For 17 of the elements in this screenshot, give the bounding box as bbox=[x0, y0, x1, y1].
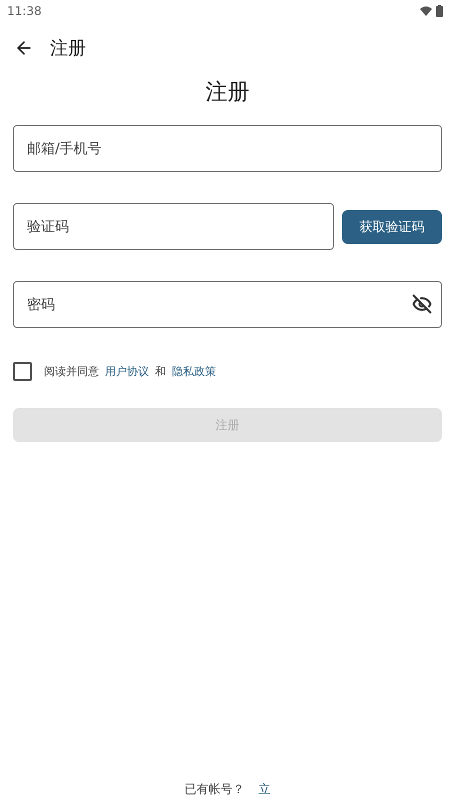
wifi-icon bbox=[420, 6, 432, 16]
account-field[interactable]: 邮箱/手机号 bbox=[13, 125, 442, 172]
login-link[interactable]: 立 bbox=[258, 781, 270, 798]
status-time: 11:38 bbox=[7, 4, 42, 18]
code-field[interactable]: 验证码 bbox=[13, 203, 334, 250]
toolbar-title: 注册 bbox=[50, 37, 86, 60]
eye-off-icon[interactable] bbox=[412, 294, 432, 314]
battery-icon bbox=[436, 5, 443, 17]
privacy-policy-link[interactable]: 隐私政策 bbox=[172, 364, 216, 379]
agree-checkbox[interactable] bbox=[13, 362, 32, 381]
page-heading: 注册 bbox=[204, 79, 250, 107]
password-field[interactable]: 密码 bbox=[13, 281, 442, 328]
agree-text: 阅读并同意 bbox=[44, 364, 99, 379]
and-text: 和 bbox=[155, 364, 166, 379]
get-code-button[interactable]: 获取验证码 bbox=[342, 210, 442, 244]
have-account-text: 已有帐号？ bbox=[184, 781, 244, 798]
user-agreement-link[interactable]: 用户协议 bbox=[105, 364, 149, 379]
